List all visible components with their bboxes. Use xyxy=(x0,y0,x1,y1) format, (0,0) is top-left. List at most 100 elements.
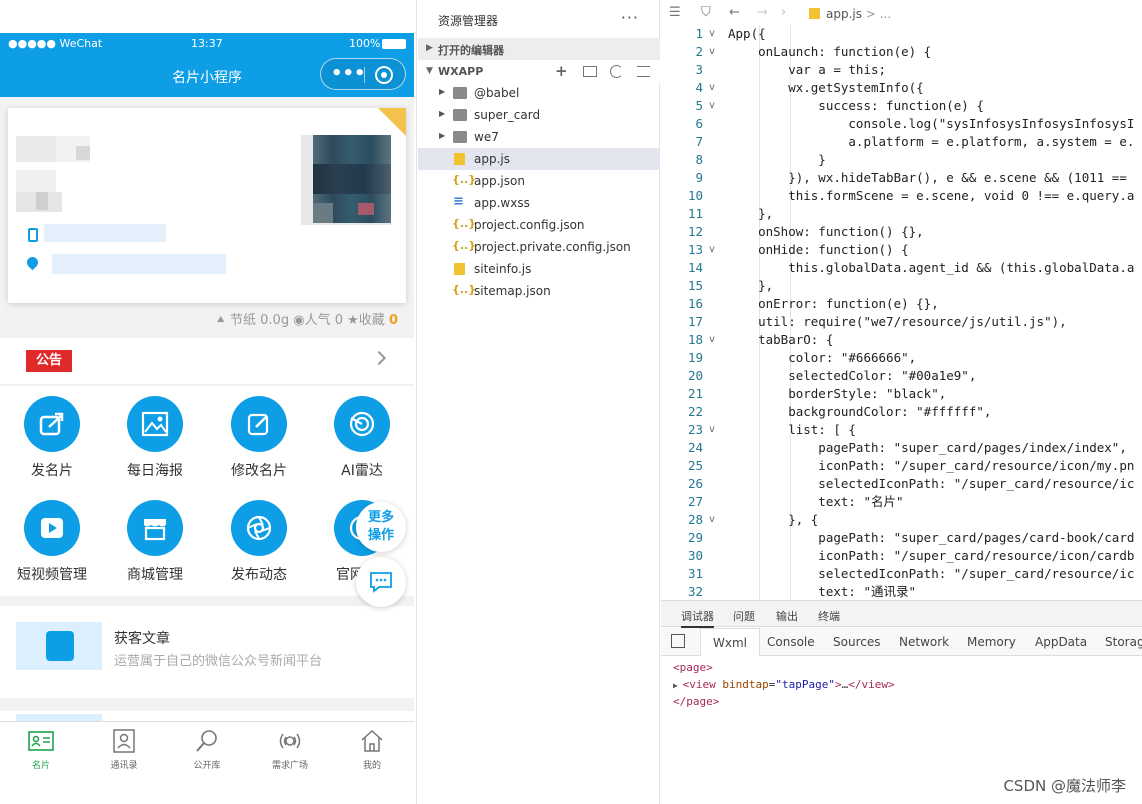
bookmark-icon[interactable]: ⛉ xyxy=(701,5,711,20)
tab-console[interactable]: Console xyxy=(767,635,815,649)
close-miniprogram-icon[interactable] xyxy=(375,66,393,84)
tree-item-siteinfo-js[interactable]: siteinfo.js xyxy=(418,258,660,280)
code-line[interactable]: 14 this.globalData.agent_id && (this.glo… xyxy=(661,259,1142,277)
more-actions-icon[interactable]: ··· xyxy=(621,8,639,27)
collapse-all-icon[interactable] xyxy=(637,66,650,77)
code-line[interactable]: 12 onShow: function() {}, xyxy=(661,223,1142,241)
tree-item-project-private-config[interactable]: {..} project.private.config.json xyxy=(418,236,660,258)
code-line[interactable]: 26 selectedIconPath: "/super_card/resour… xyxy=(661,475,1142,493)
fold-chevron-icon[interactable]: v xyxy=(709,241,715,259)
business-card[interactable] xyxy=(8,108,406,303)
tab-mine[interactable]: 我的 xyxy=(331,724,413,771)
tab-appdata[interactable]: AppData xyxy=(1035,635,1087,649)
breadcrumb[interactable]: app.js > ... xyxy=(809,7,891,21)
grid-item-shop-manage[interactable]: 商城管理 xyxy=(103,490,207,590)
grid-item-publish-post[interactable]: 发布动态 xyxy=(207,490,311,590)
tree-item-app-json[interactable]: {..} app.json xyxy=(418,170,660,192)
code-line[interactable]: 24 pagePath: "super_card/pages/index/ind… xyxy=(661,439,1142,457)
tab-contacts[interactable]: 通讯录 xyxy=(83,724,165,771)
tab-sources[interactable]: Sources xyxy=(833,635,880,649)
inspect-icon[interactable] xyxy=(671,634,685,648)
grid-item-ai-radar[interactable]: AI雷达 xyxy=(310,386,414,486)
fold-chevron-icon[interactable]: v xyxy=(709,79,715,97)
fold-chevron-icon[interactable]: v xyxy=(709,511,715,529)
code-line[interactable]: 29 pagePath: "super_card/pages/card-book… xyxy=(661,529,1142,547)
more-actions-button[interactable]: 更多 操作 xyxy=(356,502,406,552)
code-line[interactable]: 13 v onHide: function() { xyxy=(661,241,1142,259)
project-section[interactable]: ▼ WXAPP + xyxy=(418,61,660,83)
wxml-node-view[interactable]: ▶ <view bindtap="tapPage">…</view> xyxy=(673,676,895,693)
fold-chevron-icon[interactable]: v xyxy=(709,421,715,439)
code-line[interactable]: 9 }), wx.hideTabBar(), e && e.scene && (… xyxy=(661,169,1142,187)
code-line[interactable]: 20 selectedColor: "#00a1e9", xyxy=(661,367,1142,385)
code-line[interactable]: 10 this.formScene = e.scene, void 0 !== … xyxy=(661,187,1142,205)
fold-chevron-icon[interactable]: v xyxy=(709,97,715,115)
grid-label: 发名片 xyxy=(31,463,73,479)
code-line[interactable]: 7 a.platform = e.platform, a.system = e. xyxy=(661,133,1142,151)
code-line[interactable]: 15 }, xyxy=(661,277,1142,295)
tab-network[interactable]: Network xyxy=(899,635,949,649)
tab-wxml[interactable]: Wxml xyxy=(700,628,760,656)
tab-public-library[interactable]: 公开库 xyxy=(166,724,248,771)
chevron-right-icon xyxy=(371,350,387,366)
tree-item-app-wxss[interactable]: ≡ app.wxss xyxy=(418,192,660,214)
list-icon[interactable]: ☰ xyxy=(669,5,681,20)
fold-chevron-icon[interactable]: v xyxy=(709,331,715,349)
tab-terminal[interactable]: 终端 xyxy=(818,608,840,624)
tree-item-babel[interactable]: ▶ @babel xyxy=(418,82,660,104)
tab-output[interactable]: 输出 xyxy=(776,608,798,624)
new-folder-icon[interactable] xyxy=(583,66,597,77)
code-line[interactable]: 22 backgroundColor: "#ffffff", xyxy=(661,403,1142,421)
tab-demand-square[interactable]: 需求广场 xyxy=(249,724,331,771)
code-line[interactable]: 28 v }, { xyxy=(661,511,1142,529)
code-line[interactable]: 31 selectedIconPath: "/super_card/resour… xyxy=(661,565,1142,583)
code-line[interactable]: 16 onError: function(e) {}, xyxy=(661,295,1142,313)
fold-chevron-icon[interactable]: v xyxy=(709,43,715,61)
grid-item-edit-card[interactable]: 修改名片 xyxy=(207,386,311,486)
code-line[interactable]: 5v success: function(e) { xyxy=(661,97,1142,115)
tree-item-app-js[interactable]: app.js xyxy=(418,148,660,170)
tab-debugger[interactable]: 调试器 xyxy=(681,608,714,628)
code-line[interactable]: 17 util: require("we7/resource/js/util.j… xyxy=(661,313,1142,331)
tree-item-label: app.wxss xyxy=(474,196,530,210)
code-line[interactable]: 27 text: "名片" xyxy=(661,493,1142,511)
new-file-icon[interactable]: + xyxy=(555,62,568,80)
tab-problems[interactable]: 问题 xyxy=(733,608,755,624)
tree-item-we7[interactable]: ▶ we7 xyxy=(418,126,660,148)
tree-item-sitemap-json[interactable]: {..} sitemap.json xyxy=(418,280,660,302)
code-line[interactable]: 3 var a = this; xyxy=(661,61,1142,79)
code-lines[interactable]: 1 v App({2 v onLaunch: function(e) {3 var a… xyxy=(661,25,1142,600)
wxml-node-page-open[interactable]: <page> xyxy=(673,659,895,676)
code-line[interactable]: 30 iconPath: "/super_card/resource/icon/… xyxy=(661,547,1142,565)
code-line[interactable]: 21 borderStyle: "black", xyxy=(661,385,1142,403)
tab-card[interactable]: 名片 xyxy=(0,724,82,771)
forward-arrow-icon[interactable]: → xyxy=(757,5,768,20)
code-line[interactable]: 1 v App({ xyxy=(661,25,1142,43)
code-line[interactable]: 2v onLaunch: function(e) { xyxy=(661,43,1142,61)
code-line[interactable]: 23 v list: [ { xyxy=(661,421,1142,439)
article-entry[interactable]: 获客文章 运营属于自己的微信公众号新闻平台 xyxy=(0,606,414,698)
refresh-icon[interactable] xyxy=(610,65,623,78)
notice-bar[interactable]: 公告 xyxy=(0,338,414,384)
chat-button[interactable] xyxy=(356,557,406,607)
code-line[interactable]: 32 text: "通讯录" xyxy=(661,583,1142,600)
code-line[interactable]: 19 color: "#666666", xyxy=(661,349,1142,367)
tab-storage[interactable]: Storag xyxy=(1105,635,1142,649)
grid-item-daily-poster[interactable]: 每日海报 xyxy=(103,386,207,486)
code-line[interactable]: 4v wx.getSystemInfo({ xyxy=(661,79,1142,97)
tree-item-super-card[interactable]: ▶ super_card xyxy=(418,104,660,126)
more-dots-icon[interactable]: ••• xyxy=(331,65,366,83)
wxml-node-page-close[interactable]: </page> xyxy=(673,693,895,710)
code-line[interactable]: 6 console.log("sysInfosysInfosysInfosysI xyxy=(661,115,1142,133)
open-editors-section[interactable]: ▶ 打开的编辑器 xyxy=(418,38,660,60)
grid-item-send-card[interactable]: 发名片 xyxy=(0,386,104,486)
code-line[interactable]: 11 }, xyxy=(661,205,1142,223)
code-line[interactable]: 25 iconPath: "/super_card/resource/icon/… xyxy=(661,457,1142,475)
fold-chevron-icon[interactable]: v xyxy=(709,25,715,43)
tab-memory[interactable]: Memory xyxy=(967,635,1016,649)
back-arrow-icon[interactable]: ← xyxy=(729,5,740,20)
code-line[interactable]: 18 v tabBarO: { xyxy=(661,331,1142,349)
grid-item-video-manage[interactable]: 短视频管理 xyxy=(0,490,104,590)
tree-item-project-config[interactable]: {..} project.config.json xyxy=(418,214,660,236)
code-line[interactable]: 8 } xyxy=(661,151,1142,169)
